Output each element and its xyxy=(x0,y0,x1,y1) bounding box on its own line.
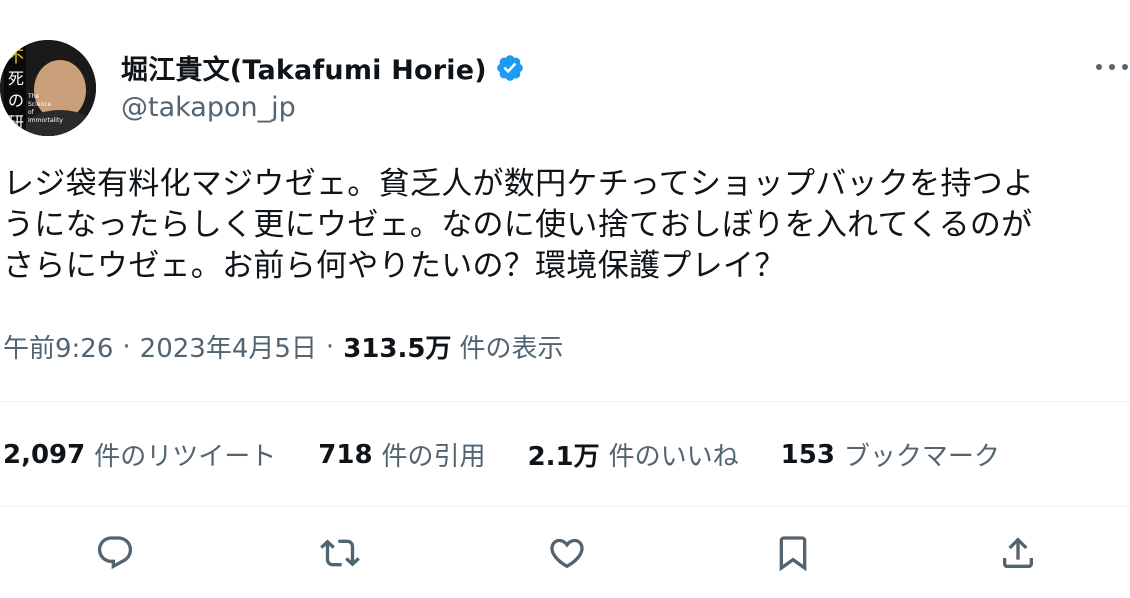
verified-badge-icon xyxy=(495,53,525,83)
bookmarks-count: 153 xyxy=(780,439,835,470)
quotes-label: 件の引用 xyxy=(381,442,486,472)
tweet-meta: 午前9:26 · 2023年4月5日 · 313.5万 件の表示 xyxy=(3,328,563,365)
tweet-date[interactable]: 2023年4月5日 xyxy=(140,328,317,365)
profile-photo-icon: 不 死 の 研 The Science of Immortality xyxy=(0,40,96,136)
bookmarks-stat[interactable]: 153 ブックマーク xyxy=(781,436,1000,473)
like-icon[interactable] xyxy=(542,528,592,578)
svg-text:Immortality: Immortality xyxy=(28,117,63,124)
retweet-icon[interactable] xyxy=(315,528,365,578)
engagement-stats: 2,097 件のリツイート 718 件の引用 2.1万 件のいいね 153 ブッ… xyxy=(3,436,1042,473)
meta-separator: · xyxy=(325,331,335,362)
more-options-icon[interactable] xyxy=(1094,58,1130,78)
svg-text:The: The xyxy=(27,93,39,100)
meta-separator: · xyxy=(122,331,131,362)
views-count: 313.5万 xyxy=(343,334,452,364)
avatar[interactable]: 不 死 の 研 The Science of Immortality xyxy=(0,40,96,136)
display-name[interactable]: 堀江貴文(Takafumi Horie) xyxy=(121,48,487,87)
tweet-time[interactable]: 午前9:26 xyxy=(3,328,113,365)
retweets-count: 2,097 xyxy=(3,439,86,470)
retweets-stat[interactable]: 2,097 件のリツイート xyxy=(3,436,276,473)
svg-text:不: 不 xyxy=(8,47,24,66)
likes-label: 件のいいね xyxy=(608,442,739,472)
svg-text:Science: Science xyxy=(28,101,52,108)
divider xyxy=(0,401,1130,402)
svg-text:の: の xyxy=(8,91,24,110)
svg-text:研: 研 xyxy=(8,113,24,132)
author-handle[interactable]: @takapon_jp xyxy=(121,92,296,123)
action-bar xyxy=(0,528,1130,584)
bookmark-icon[interactable] xyxy=(768,528,818,578)
reply-icon[interactable] xyxy=(90,528,140,578)
views-label: 件の表示 xyxy=(459,334,564,364)
author-name-row: 堀江貴文(Takafumi Horie) xyxy=(121,48,525,87)
quotes-stat[interactable]: 718 件の引用 xyxy=(318,436,485,473)
tweet-text: レジ袋有料化マジウゼェ。貧乏人が数円ケチってショップバックを持つよ うになったら… xyxy=(3,166,1035,284)
likes-stat[interactable]: 2.1万 件のいいね xyxy=(528,436,739,473)
svg-text:of: of xyxy=(28,109,35,116)
tweet-header: 不 死 の 研 The Science of Immortality 堀江貴文(… xyxy=(0,36,1130,136)
svg-text:死: 死 xyxy=(8,69,24,88)
bookmarks-label: ブックマーク xyxy=(843,442,1000,472)
likes-count: 2.1万 xyxy=(527,442,600,472)
quotes-count: 718 xyxy=(318,439,373,470)
divider xyxy=(0,506,1130,507)
share-icon[interactable] xyxy=(993,528,1043,578)
retweets-label: 件のリツイート xyxy=(94,442,277,472)
